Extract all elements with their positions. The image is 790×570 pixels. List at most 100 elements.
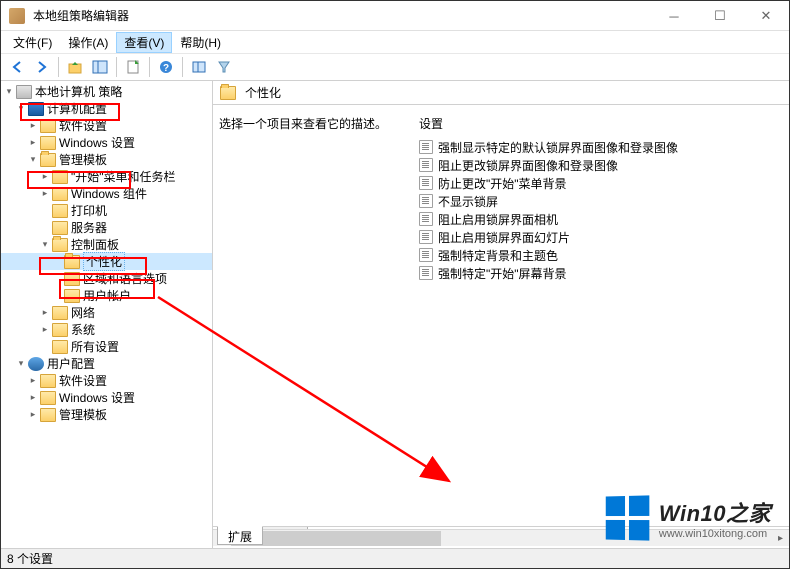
policy-icon [419,158,433,172]
expander-icon[interactable]: ▸ [39,188,51,200]
content-pane: 个性化 选择一个项目来查看它的描述。 设置 强制显示特定的默认锁屏界面图像和登录… [213,81,789,548]
forward-button[interactable] [31,56,53,78]
setting-item[interactable]: 强制特定"开始"屏幕背景 [419,264,783,282]
policy-icon [419,212,433,226]
folder-icon [40,119,56,133]
setting-item[interactable]: 阻止启用锁屏界面幻灯片 [419,228,783,246]
folder-icon [40,391,56,405]
setting-item[interactable]: 阻止更改锁屏界面图像和登录图像 [419,156,783,174]
folder-icon [220,86,236,100]
expander-icon[interactable]: ▾ [15,103,27,115]
minimize-button[interactable]: ─ [651,1,697,31]
tab-extended[interactable]: 扩展 [217,526,263,545]
folder-icon [52,204,68,218]
toolbar: ? [1,53,789,81]
expander-icon[interactable]: ▸ [39,324,51,336]
folder-icon [64,255,80,269]
folder-icon [52,323,68,337]
tree-software-settings[interactable]: ▸软件设置 [1,117,212,134]
windows-logo-icon [606,495,650,540]
export-button[interactable] [122,56,144,78]
folder-icon [40,408,56,422]
menu-help[interactable]: 帮助(H) [172,32,229,53]
content-header: 个性化 [213,81,789,105]
policy-root-icon [16,85,32,99]
menu-file[interactable]: 文件(F) [5,32,60,53]
policy-icon [419,230,433,244]
folder-icon [52,238,68,252]
content-body: 选择一个项目来查看它的描述。 设置 强制显示特定的默认锁屏界面图像和登录图像 阻… [213,105,789,526]
description-column: 选择一个项目来查看它的描述。 [219,115,419,526]
tree-servers[interactable]: 服务器 [1,219,212,236]
tree-user-accounts[interactable]: 用户帐户 [1,287,212,304]
expander-icon[interactable]: ▸ [27,409,39,421]
window-controls: ─ ☐ ✕ [651,1,789,31]
folder-icon [52,340,68,354]
maximize-button[interactable]: ☐ [697,1,743,31]
menu-view[interactable]: 查看(V) [116,32,172,53]
expander-icon[interactable]: ▸ [27,375,39,387]
setting-item[interactable]: 防止更改"开始"菜单背景 [419,174,783,192]
tree-uc-software[interactable]: ▸软件设置 [1,372,212,389]
tree-pane[interactable]: ▾本地计算机 策略 ▾计算机配置 ▸软件设置 ▸Windows 设置 ▾管理模板… [1,81,213,548]
status-text: 8 个设置 [7,550,53,567]
options-button[interactable] [188,56,210,78]
app-icon [9,8,25,24]
expander-icon[interactable]: ▾ [39,239,51,251]
expander-icon[interactable]: ▸ [39,307,51,319]
tree-control-panel[interactable]: ▾控制面板 [1,236,212,253]
show-hide-tree-button[interactable] [89,56,111,78]
tree-start-taskbar[interactable]: ▸"开始"菜单和任务栏 [1,168,212,185]
content-title: 个性化 [245,84,281,101]
policy-icon [419,176,433,190]
folder-icon [40,153,56,167]
setting-item[interactable]: 强制特定背景和主题色 [419,246,783,264]
expander-icon[interactable]: ▾ [3,86,15,98]
svg-text:?: ? [163,63,169,74]
folder-icon [52,306,68,320]
watermark: Win10之家 www.win10xitong.com [605,496,771,540]
tree-windows-components[interactable]: ▸Windows 组件 [1,185,212,202]
tree-printers[interactable]: 打印机 [1,202,212,219]
back-button[interactable] [6,56,28,78]
setting-item[interactable]: 阻止启用锁屏界面相机 [419,210,783,228]
expander-icon[interactable]: ▸ [27,137,39,149]
titlebar: 本地组策略编辑器 ─ ☐ ✕ [1,1,789,31]
tree-all-settings[interactable]: 所有设置 [1,338,212,355]
folder-icon [52,170,68,184]
computer-icon [28,102,44,116]
setting-item[interactable]: 强制显示特定的默认锁屏界面图像和登录图像 [419,138,783,156]
tree-root[interactable]: ▾本地计算机 策略 [1,83,212,100]
expander-icon[interactable]: ▸ [27,120,39,132]
expander-icon[interactable]: ▸ [27,392,39,404]
policy-icon [419,266,433,280]
watermark-url: www.win10xitong.com [659,528,771,540]
menu-action[interactable]: 操作(A) [60,32,116,53]
tree-admin-templates[interactable]: ▾管理模板 [1,151,212,168]
filter-button[interactable] [213,56,235,78]
folder-icon [40,374,56,388]
expander-icon[interactable]: ▾ [27,154,39,166]
setting-item[interactable]: 不显示锁屏 [419,192,783,210]
tree-uc-windows[interactable]: ▸Windows 设置 [1,389,212,406]
tree-personalization[interactable]: 个性化 [1,253,212,270]
scroll-right-button[interactable]: ▸ [772,530,789,547]
expander-icon[interactable]: ▾ [15,358,27,370]
tree-uc-admin[interactable]: ▸管理模板 [1,406,212,423]
tree-network[interactable]: ▸网络 [1,304,212,321]
tree-region-language[interactable]: 区域和语言选项 [1,270,212,287]
tree-computer-config[interactable]: ▾计算机配置 [1,100,212,117]
folder-icon [64,272,80,286]
close-button[interactable]: ✕ [743,1,789,31]
tree-windows-settings[interactable]: ▸Windows 设置 [1,134,212,151]
up-button[interactable] [64,56,86,78]
policy-icon [419,140,433,154]
help-button[interactable]: ? [155,56,177,78]
folder-icon [64,289,80,303]
folder-icon [40,136,56,150]
main-area: ▾本地计算机 策略 ▾计算机配置 ▸软件设置 ▸Windows 设置 ▾管理模板… [1,81,789,548]
tree-user-config[interactable]: ▾用户配置 [1,355,212,372]
tree-system[interactable]: ▸系统 [1,321,212,338]
expander-icon[interactable]: ▸ [39,171,51,183]
user-icon [28,357,44,371]
